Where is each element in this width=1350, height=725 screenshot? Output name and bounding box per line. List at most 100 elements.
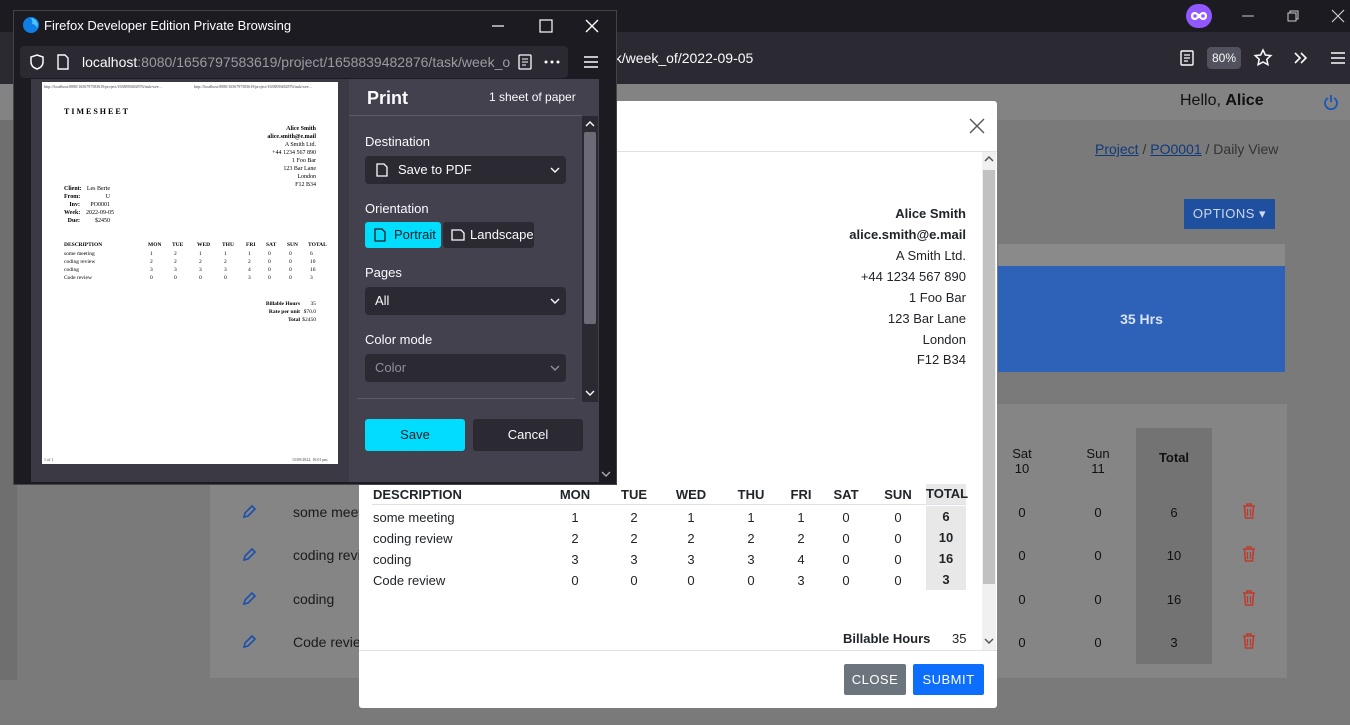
logout-power-icon[interactable] [1323, 94, 1339, 110]
sheet-table-header: SUN [287, 242, 299, 248]
breadcrumb-current: Daily View [1213, 141, 1279, 157]
portrait-radio[interactable]: Portrait [365, 222, 441, 248]
sheet-table-value: 0 [268, 259, 271, 265]
table-cell-value: 0 [894, 531, 902, 546]
print-save-button[interactable]: Save [365, 419, 465, 451]
edit-pencil-icon[interactable] [241, 547, 257, 563]
sheet-table-value: 2 [248, 259, 251, 265]
table-cell-value: 4 [797, 552, 805, 567]
table-cell-value: 0 [630, 573, 638, 588]
sheet-table-header: TOTAL [308, 242, 327, 248]
billable-hours-label: Billable Hours [843, 631, 931, 646]
sheet-table-value: 0 [289, 275, 292, 281]
sheet-header-right: http://localhost:8080/1656797583619/proj… [194, 84, 312, 89]
reader-view-icon[interactable] [1177, 48, 1197, 68]
table-cell-value: 0 [747, 573, 755, 588]
scroll-up-arrow-icon[interactable] [983, 153, 995, 165]
table-header-fri: FRI [790, 487, 812, 502]
url-bar[interactable]: ask/week_of/2022-09-05 [600, 44, 1190, 72]
submit-button[interactable]: SUBMIT [913, 664, 984, 695]
table-cell-value: 1 [797, 510, 805, 525]
color-mode-select[interactable]: Color [365, 354, 566, 382]
edit-pencil-icon[interactable] [241, 591, 257, 607]
scroll-down-arrow-icon[interactable] [584, 387, 596, 399]
popup-close-icon[interactable] [584, 18, 600, 34]
print-cancel-button[interactable]: Cancel [473, 419, 583, 451]
modal-close-icon[interactable] [967, 116, 987, 136]
total-header: Total [1158, 450, 1190, 465]
scroll-down-arrow-icon[interactable] [983, 635, 995, 647]
popup-url-text[interactable]: localhost:8080/1656797583619/project/165… [82, 54, 510, 70]
row-sun-value: 0 [1094, 635, 1102, 650]
scroll-up-arrow-icon[interactable] [584, 118, 596, 130]
sheet-table-value: 0 [289, 251, 292, 257]
popup-maximize-icon[interactable] [538, 18, 554, 34]
delete-trash-icon[interactable] [1242, 633, 1256, 649]
breadcrumb-project-link[interactable]: Project [1095, 141, 1139, 157]
sheet-meta-value: $2450 [95, 218, 110, 224]
window-restore-icon[interactable] [1283, 6, 1303, 26]
table-cell-value: 2 [571, 531, 579, 546]
sheet-table-header: MON [148, 242, 162, 248]
table-header-description: DESCRIPTION [373, 487, 462, 502]
tracking-shield-icon[interactable] [28, 53, 46, 71]
sheet-table-value: 0 [289, 267, 292, 273]
sheet-table-value: 0 [289, 259, 292, 265]
delete-trash-icon[interactable] [1242, 546, 1256, 562]
sheet-meta-value: 2022-09-05 [86, 210, 114, 216]
print-panel-scroll-thumb[interactable] [584, 132, 596, 324]
sheet-meta-value: Les Berte [86, 186, 110, 192]
delete-trash-icon[interactable] [1242, 590, 1256, 606]
breadcrumb-po-link[interactable]: PO0001 [1150, 141, 1201, 157]
print-preview-sheet: http://localhost:8080/1656797583619/proj… [42, 82, 338, 464]
modal-table-header-line [372, 504, 966, 505]
options-dropdown-button[interactable]: OPTIONS ▾ [1184, 199, 1275, 229]
sheet-table-value: 3 [310, 275, 313, 281]
window-close-icon[interactable] [1328, 6, 1348, 26]
overflow-chevron-icon[interactable] [1290, 47, 1312, 69]
delete-trash-icon[interactable] [1242, 503, 1256, 519]
popup-reader-view-icon[interactable] [518, 54, 532, 70]
sheet-header-left: http://localhost:8080/1656797583619/proj… [44, 84, 162, 89]
table-cell-value: 1 [687, 510, 695, 525]
modal-scrollbar-thumb[interactable] [983, 170, 995, 584]
popup-scroll-down-icon[interactable] [600, 468, 612, 480]
table-cell-value: 3 [571, 552, 579, 567]
page-info-icon[interactable] [56, 54, 70, 70]
table-cell-description: Code review [373, 573, 446, 588]
edit-pencil-icon[interactable] [241, 504, 257, 520]
color-mode-label: Color mode [365, 332, 433, 347]
sheet-address-line: 123 Bar Lane [283, 166, 316, 172]
popup-hamburger-menu-icon[interactable] [584, 54, 598, 70]
sheet-table-value: 3 [248, 275, 251, 281]
address-name: Alice Smith [895, 206, 966, 221]
window-minimize-icon[interactable] [1238, 6, 1258, 26]
landscape-radio[interactable]: Landscape [443, 222, 534, 248]
sheet-table-value: 1 [224, 251, 227, 257]
user-name: Alice [1225, 92, 1264, 109]
sheet-table-value: 1 [248, 251, 251, 257]
table-cell-value: 0 [687, 573, 695, 588]
table-cell-value: 2 [630, 510, 638, 525]
sheet-table-value: 2 [150, 259, 153, 265]
address-email: alice.smith@e.mail [849, 227, 966, 242]
close-button[interactable]: CLOSE [844, 664, 906, 695]
sheet-meta-key: Week: [64, 210, 81, 216]
popup-minimize-icon[interactable] [490, 18, 506, 34]
sheet-table-value: 10 [310, 259, 316, 265]
pages-select[interactable]: All [365, 287, 566, 315]
sheet-table-value: 6 [310, 251, 313, 257]
table-cell-value: 0 [842, 552, 850, 567]
bookmark-star-icon[interactable] [1252, 47, 1274, 69]
row-total-value: 10 [1166, 548, 1182, 563]
address-company: A Smith Ltd. [895, 248, 966, 263]
firefox-dev-icon [22, 16, 40, 34]
destination-select[interactable]: Save to PDF [365, 156, 566, 184]
table-header-mon: MON [559, 487, 591, 502]
sheet-table-description: coding review [64, 259, 96, 265]
page-actions-dots-icon[interactable] [544, 54, 560, 70]
zoom-level-badge[interactable]: 80% [1207, 47, 1241, 69]
table-cell-value: 2 [747, 531, 755, 546]
edit-pencil-icon[interactable] [241, 634, 257, 650]
hamburger-menu-icon[interactable] [1327, 47, 1349, 69]
